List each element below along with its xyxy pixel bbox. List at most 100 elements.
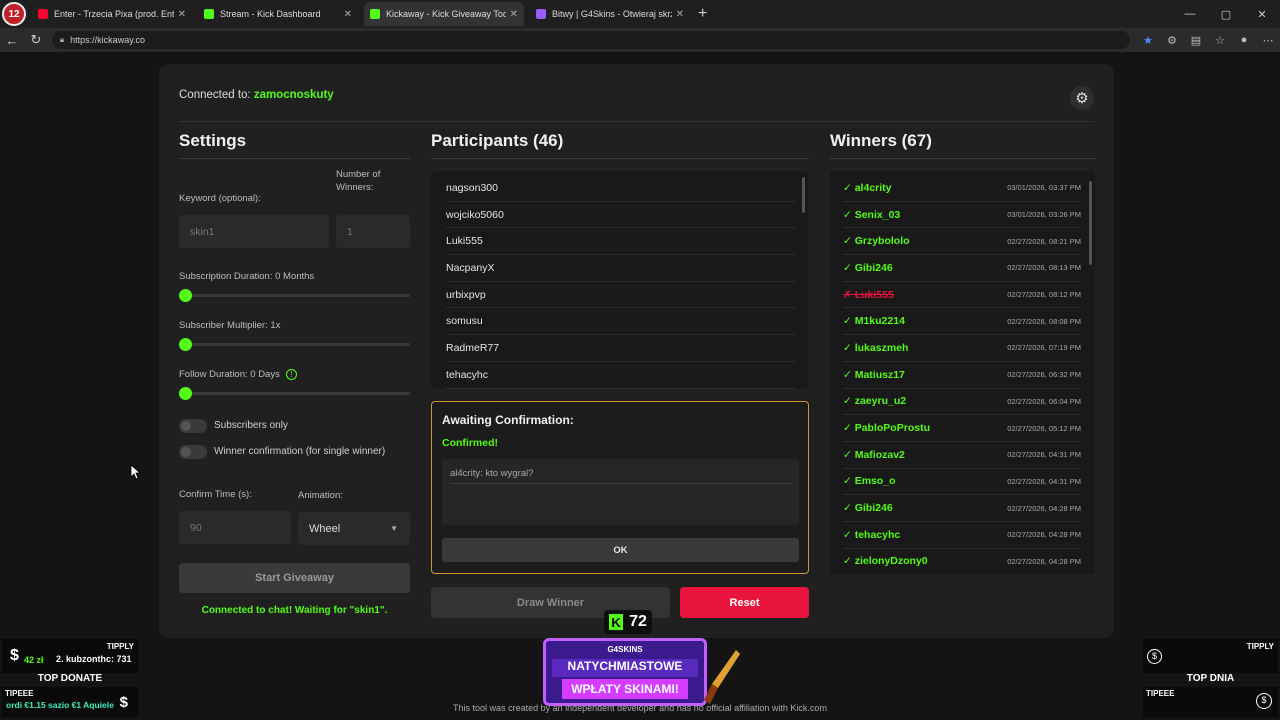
confirm-time-placeholder: 90 bbox=[190, 521, 202, 534]
mouse-cursor-icon bbox=[130, 464, 142, 480]
keyword-input[interactable]: skin1 bbox=[179, 215, 329, 248]
keyword-placeholder: skin1 bbox=[190, 225, 215, 238]
close-icon[interactable]: ✕ bbox=[510, 9, 518, 20]
kick-logo-icon: K bbox=[609, 614, 624, 630]
browser-tab[interactable]: Stream - Kick Dashboard ✕ bbox=[198, 2, 358, 26]
sidebar-icon[interactable]: ▤ bbox=[1184, 34, 1208, 47]
dollar-icon: $ bbox=[10, 647, 19, 664]
favorites-icon[interactable]: ☆ bbox=[1208, 34, 1232, 47]
confirm-time-input[interactable]: 90 bbox=[179, 511, 291, 544]
follow-duration-slider[interactable] bbox=[179, 387, 410, 400]
winner-name-text: zielonyDzony0 bbox=[854, 555, 928, 568]
dollar-icon: $ bbox=[119, 694, 128, 711]
profile-app-icon[interactable]: 12 bbox=[2, 2, 26, 26]
extensions-icon[interactable]: ⚙ bbox=[1160, 34, 1184, 47]
connected-label: Connected to: bbox=[179, 89, 251, 101]
check-icon: ✓ bbox=[843, 261, 855, 274]
bookmark-star-icon[interactable]: ★ bbox=[1136, 34, 1160, 47]
window-controls: — ▢ ✕ bbox=[1172, 0, 1280, 28]
url-field[interactable]: 🔒︎ https://kickaway.co bbox=[51, 31, 1130, 49]
list-item: wojciko5060 bbox=[446, 202, 796, 229]
winner-date: 02/27/2026, 08:21 PM bbox=[1007, 236, 1081, 246]
ad-line-1: NATYCHMIASTOWE bbox=[552, 659, 698, 677]
tipply-label: TIPPLY bbox=[1246, 642, 1274, 651]
settings-gear-icon[interactable]: ⚙ bbox=[1070, 86, 1094, 110]
close-icon[interactable]: ✕ bbox=[676, 9, 684, 20]
subscriber-multiplier-label: Subscriber Multiplier: 1x bbox=[179, 320, 281, 331]
info-icon[interactable]: ! bbox=[285, 369, 297, 380]
winner-date: 02/27/2026, 08:12 PM bbox=[1007, 290, 1081, 300]
list-item: somusu bbox=[446, 308, 796, 336]
slider-knob[interactable] bbox=[179, 387, 192, 400]
animation-select[interactable]: Wheel ▼ bbox=[298, 512, 410, 545]
check-icon: ✓ bbox=[843, 502, 855, 515]
connected-user: zamocnoskuty bbox=[253, 89, 334, 101]
subscribers-only-toggle[interactable] bbox=[179, 419, 207, 433]
winner-name: ✓ tehacyhc bbox=[843, 529, 900, 541]
ok-button[interactable]: OK bbox=[442, 538, 799, 562]
confirm-time-label: Confirm Time (s): bbox=[179, 489, 252, 500]
tab-title: Enter - Trzecia Pixa (prod. Enter bbox=[54, 9, 174, 19]
slider-knob[interactable] bbox=[179, 289, 192, 302]
browser-tab[interactable]: Enter - Trzecia Pixa (prod. Enter ✕ bbox=[32, 2, 192, 26]
winner-date: 02/27/2026, 06:32 PM bbox=[1007, 370, 1081, 380]
winner-name-text: tehacyhc bbox=[854, 528, 901, 541]
winner-name-text: zaeyru_u2 bbox=[854, 395, 907, 408]
follow-duration-label: Follow Duration: 0 Days! bbox=[179, 369, 297, 380]
number-of-winners-input[interactable]: 1 bbox=[336, 215, 410, 248]
winner-name: ✓ M1ku2214 bbox=[843, 315, 905, 327]
refresh-icon[interactable]: ↻ bbox=[24, 28, 48, 52]
close-icon[interactable]: ✕ bbox=[178, 9, 186, 20]
kickaway-icon bbox=[370, 9, 380, 19]
subscriber-multiplier-slider[interactable] bbox=[179, 338, 410, 351]
winner-row: ✓ zielonyDzony0 02/27/2026, 04:28 PM bbox=[843, 549, 1081, 574]
winner-name: ✓ Gibi246 bbox=[843, 502, 893, 514]
divider bbox=[431, 158, 809, 159]
winner-name: ✓ Mafiozav2 bbox=[843, 449, 905, 461]
winner-name-text: Emso_o bbox=[854, 475, 896, 488]
winner-name-text: Gibi246 bbox=[854, 502, 893, 515]
winner-date: 02/27/2026, 04:28 PM bbox=[1007, 530, 1081, 540]
browser-tabbar: 12 Enter - Trzecia Pixa (prod. Enter ✕ S… bbox=[0, 0, 1280, 28]
check-icon: ✓ bbox=[843, 395, 855, 408]
winner-row: ✓ Matiusz17 02/27/2026, 06:32 PM bbox=[843, 362, 1081, 389]
winner-date: 02/27/2026, 08:08 PM bbox=[1007, 316, 1081, 326]
scrollbar[interactable] bbox=[1089, 181, 1092, 265]
minimize-icon[interactable]: — bbox=[1172, 0, 1208, 28]
reset-button[interactable]: Reset bbox=[680, 587, 809, 618]
check-icon: ✓ bbox=[843, 422, 855, 435]
menu-icon[interactable]: ⋯ bbox=[1256, 34, 1280, 47]
animation-label: Animation: bbox=[298, 490, 343, 501]
list-item: nagson300 bbox=[446, 175, 796, 202]
start-giveaway-button[interactable]: Start Giveaway bbox=[179, 563, 410, 593]
dollar-coin-icon: $ bbox=[1147, 649, 1162, 664]
winner-date: 02/27/2026, 07:19 PM bbox=[1007, 343, 1081, 353]
new-tab-icon[interactable]: + bbox=[698, 5, 707, 23]
scrollbar[interactable] bbox=[802, 177, 805, 213]
awaiting-confirmation-box: Awaiting Confirmation: Confirmed! al4cri… bbox=[431, 401, 809, 574]
winner-confirmation-toggle[interactable] bbox=[179, 445, 207, 459]
winner-name-text: Mafiozav2 bbox=[854, 448, 905, 461]
winner-name-text: Luki555 bbox=[854, 288, 894, 301]
keyword-label: Keyword (optional): bbox=[179, 193, 261, 204]
tipeee-label: TIPEEE bbox=[1146, 689, 1175, 698]
subscription-duration-slider[interactable] bbox=[179, 289, 410, 302]
avatar[interactable]: ● bbox=[1232, 34, 1256, 47]
close-window-icon[interactable]: ✕ bbox=[1244, 0, 1280, 28]
winners-title: Winners (67) bbox=[830, 131, 932, 150]
back-icon[interactable]: ← bbox=[0, 28, 24, 52]
slider-knob[interactable] bbox=[179, 338, 192, 351]
kick-viewer-badge: K 72 bbox=[604, 610, 652, 634]
browser-tab[interactable]: Bitwy | G4Skins - Otwieraj skrzynki ✕ bbox=[530, 2, 690, 26]
browser-tab-active[interactable]: Kickaway - Kick Giveaway Tool ✕ bbox=[364, 2, 524, 26]
winner-row: ✓ al4crity 03/01/2026, 03:37 PM bbox=[843, 175, 1081, 202]
dollar-coin-icon: $ bbox=[1256, 693, 1272, 709]
close-icon[interactable]: ✕ bbox=[344, 9, 352, 20]
donation-amount: 42 zł bbox=[24, 655, 44, 665]
winner-row: ✓ zaeyru_u2 02/27/2026, 06:04 PM bbox=[843, 389, 1081, 416]
check-icon: ✓ bbox=[843, 475, 855, 488]
tipply-widget-right: TIPPLY $ bbox=[1143, 639, 1278, 673]
x-mark-icon: ✗ bbox=[843, 288, 855, 301]
winner-name-text: al4crity bbox=[854, 181, 892, 194]
maximize-icon[interactable]: ▢ bbox=[1208, 0, 1244, 28]
